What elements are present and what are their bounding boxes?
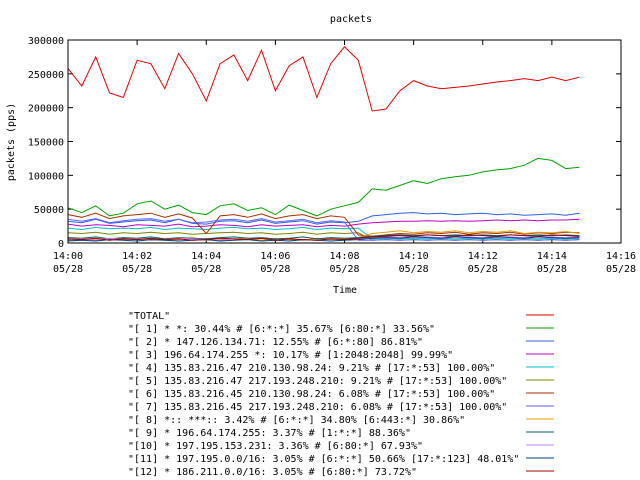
y-tick-label: 0: [58, 239, 64, 250]
legend-label-8: "[ 8] *:: ***:: 3.42% # [6:*:*] 34.80% […: [128, 415, 465, 426]
x-tick-time-label: 14:04: [191, 251, 221, 262]
x-tick-date-label: 05/28: [468, 264, 498, 275]
x-tick-time-label: 14:02: [122, 251, 152, 262]
x-axis-label: Time: [333, 285, 357, 296]
plot-frame: [67, 39, 622, 244]
series-line-0: [67, 46, 580, 112]
legend-label-5: "[ 5] 135.83.216.47 217.193.248.210: 9.2…: [128, 376, 507, 387]
legend-label-6: "[ 6] 135.83.216.45 210.130.98.24: 6.08%…: [128, 389, 495, 400]
chart-title: packets: [330, 14, 372, 25]
legend-label-12: "[12] * 186.211.0.0/16: 3.05% # [6:80:*]…: [128, 467, 417, 478]
packets-chart: packets packets (pps) Time 0 50000 100000 1…: [6, 14, 636, 478]
legend-label-9: "[ 9] * 196.64.174.255: 3.37% # [1:*:*] …: [128, 428, 411, 439]
y-tick-label: 150000: [28, 138, 64, 149]
series-line-1: [67, 157, 580, 217]
y-tick-label: 300000: [28, 36, 64, 47]
x-tick-date-label: 05/28: [191, 264, 221, 275]
x-tick-time-label: 14:00: [53, 251, 83, 262]
x-tick-date-label: 05/28: [53, 264, 83, 275]
y-tick-label: 100000: [28, 171, 64, 182]
legend-label-0: "TOTAL": [128, 311, 170, 322]
legend-label-7: "[ 7] 135.83.216.45 217.193.248.210: 6.0…: [128, 402, 507, 413]
x-tick-time-label: 14:08: [329, 251, 359, 262]
x-tick-time-label: 14:10: [399, 251, 429, 262]
y-axis-label: packets (pps): [6, 103, 17, 181]
x-tick-date-label: 05/28: [329, 264, 359, 275]
legend-label-1: "[ 1] * *: 30.44% # [6:*:*] 35.67% [6:80…: [128, 324, 435, 335]
x-tick-time-label: 14:12: [468, 251, 498, 262]
legend-label-4: "[ 4] 135.83.216.47 210.130.98.24: 9.21%…: [128, 363, 495, 374]
x-tick-date-label: 05/28: [399, 264, 429, 275]
x-tick-time-label: 14:14: [537, 251, 567, 262]
plot-series: [67, 46, 580, 242]
legend: "TOTAL" "[ 1] * *: 30.44% # [6:*:*] 35.67…: [128, 311, 554, 478]
x-tick-date-label: 05/28: [122, 264, 152, 275]
x-tick-date-label: 05/28: [537, 264, 567, 275]
x-tick-time-label: 14:06: [260, 251, 290, 262]
x-tick-time-label: 14:16: [606, 251, 636, 262]
y-tick-label: 50000: [34, 205, 64, 216]
x-tick-date-label: 05/28: [606, 264, 636, 275]
legend-label-11: "[11] * 197.195.0.0/16: 3.05% # [6:*:*] …: [128, 454, 519, 465]
legend-label-3: "[ 3] 196.64.174.255 *: 10.17% # [1:2048…: [128, 350, 453, 361]
legend-label-2: "[ 2] * 147.126.134.71: 12.55% # [6:*:80…: [128, 337, 423, 348]
legend-label-10: "[10] * 197.195.153.231: 3.36% # [6:80:*…: [128, 441, 423, 452]
y-tick-label: 250000: [28, 70, 64, 81]
x-tick-date-label: 05/28: [260, 264, 290, 275]
y-tick-label: 200000: [28, 104, 64, 115]
